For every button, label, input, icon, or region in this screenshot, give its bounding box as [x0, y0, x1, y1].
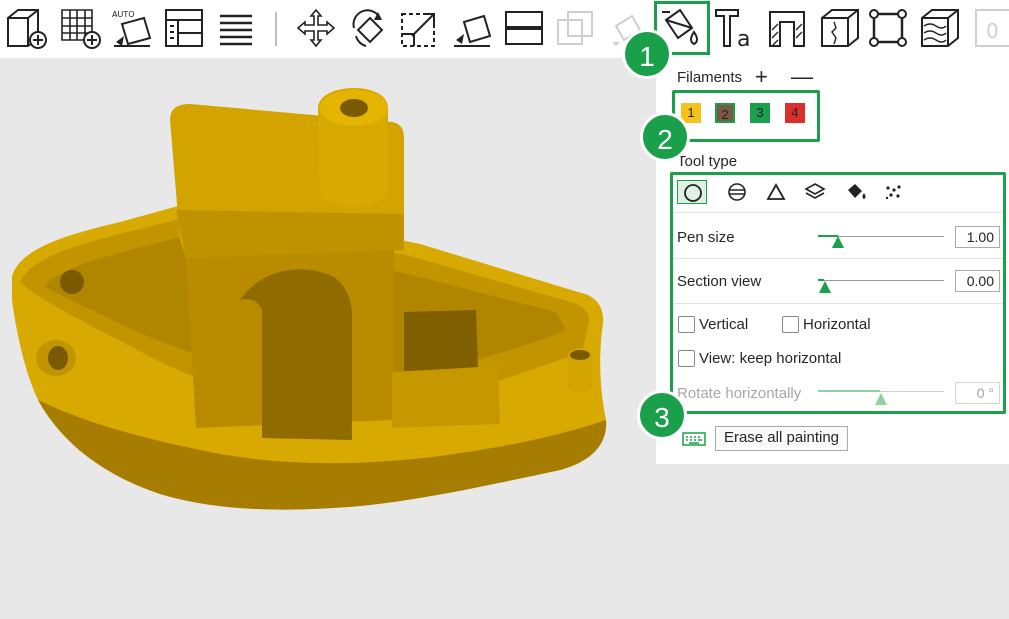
- section-view-input[interactable]: 0.00: [955, 270, 1000, 292]
- move-icon: [296, 8, 336, 48]
- triangle-icon: [766, 183, 786, 200]
- section-view-track[interactable]: [818, 280, 944, 281]
- section-view-slider-thumb[interactable]: [819, 281, 831, 293]
- rotate-slider-thumb[interactable]: [875, 393, 887, 405]
- more-tools-button[interactable]: 0: [970, 6, 1009, 50]
- rotate-icon: [352, 9, 384, 47]
- svg-text:0: 0: [986, 19, 999, 43]
- variable-layer-button[interactable]: [918, 6, 962, 50]
- measure-button[interactable]: [866, 6, 910, 50]
- add-cube-icon: [7, 9, 47, 49]
- move-button[interactable]: [294, 6, 338, 50]
- fuzzy-cube-icon: [821, 9, 859, 47]
- arrange-icon: [165, 9, 203, 47]
- triangle-tool-button[interactable]: [761, 180, 791, 204]
- rotate-input[interactable]: 0 °: [955, 382, 1000, 404]
- layer-height-icon: [921, 9, 959, 47]
- text-icon: a: [715, 9, 750, 50]
- keyboard-icon[interactable]: [682, 431, 706, 447]
- pen-size-slider-thumb[interactable]: [832, 236, 844, 248]
- section-view-label: Section view: [677, 273, 762, 290]
- divider: [673, 258, 1003, 259]
- height-range-tool-button[interactable]: [800, 180, 830, 204]
- sphere-tool-button[interactable]: [722, 180, 752, 204]
- filament-swatch-4[interactable]: 4: [785, 103, 805, 123]
- horizontal-label: Horizontal: [803, 316, 871, 333]
- add-filament-button[interactable]: +: [755, 64, 768, 90]
- boolean-icon: [557, 11, 593, 45]
- gap-fill-icon: [885, 185, 901, 200]
- scale-icon: [401, 13, 435, 47]
- more-tools-icon: 0: [975, 9, 1009, 47]
- sphere-icon: [728, 183, 746, 201]
- add-plate-button[interactable]: [58, 6, 102, 50]
- callout-2: 2: [640, 112, 690, 162]
- vertical-label: Vertical: [699, 316, 749, 333]
- rotate-button[interactable]: [346, 6, 390, 50]
- filament-swatch-2[interactable]: 2: [715, 103, 735, 123]
- add-cube-button[interactable]: [4, 6, 48, 50]
- benchy-model[interactable]: [12, 88, 607, 510]
- seam-icon: [769, 11, 805, 47]
- seam-paint-button[interactable]: [766, 6, 810, 50]
- toolbar-separator: [275, 12, 277, 46]
- keep-horizontal-checkbox[interactable]: [678, 350, 695, 367]
- callout-3: 3: [637, 390, 687, 440]
- vertical-checkbox[interactable]: [678, 316, 695, 333]
- grid-plate-icon: [61, 9, 101, 49]
- filament-swatch-3[interactable]: 3: [750, 103, 770, 123]
- gap-fill-tool-button[interactable]: [879, 180, 909, 204]
- auto-orient-icon: AUTO: [112, 10, 152, 47]
- keep-horizontal-label: View: keep horizontal: [699, 350, 842, 367]
- pen-size-input[interactable]: 1.00: [955, 226, 1000, 248]
- measure-icon: [869, 9, 907, 47]
- tool-settings-highlight-box: [670, 172, 1006, 414]
- erase-all-painting-button[interactable]: Erase all painting: [715, 426, 848, 451]
- svg-text:a: a: [737, 27, 750, 50]
- lay-on-face-button[interactable]: [450, 6, 494, 50]
- cut-icon: [505, 11, 543, 45]
- remove-filament-button[interactable]: —: [791, 64, 813, 90]
- pen-size-label: Pen size: [677, 229, 735, 246]
- tool-type-label: Tool type: [677, 153, 738, 170]
- boolean-button[interactable]: [554, 6, 598, 50]
- auto-orient-button[interactable]: AUTO: [110, 6, 154, 50]
- lay-on-face-icon: [454, 14, 492, 47]
- svg-text:AUTO: AUTO: [112, 10, 135, 19]
- circle-tool-button[interactable]: [677, 180, 707, 204]
- cut-button[interactable]: [502, 6, 546, 50]
- text-button[interactable]: a: [714, 6, 758, 50]
- fill-tool-button[interactable]: [840, 180, 870, 204]
- fuzzy-skin-button[interactable]: [818, 6, 862, 50]
- top-toolbar: AUTO a 0: [0, 0, 1009, 58]
- layers-icon: [804, 183, 826, 199]
- scale-button[interactable]: [398, 6, 442, 50]
- bucket-fill-icon: [848, 184, 866, 199]
- divider: [673, 303, 1003, 304]
- horizontal-checkbox[interactable]: [782, 316, 799, 333]
- circle-icon: [684, 184, 702, 202]
- list-icon: [220, 14, 252, 46]
- layers-list-button[interactable]: [214, 6, 258, 50]
- rotate-horizontally-label: Rotate horizontally: [677, 385, 802, 402]
- rotate-fill: [818, 390, 880, 392]
- callout-1: 1: [622, 29, 672, 79]
- divider: [673, 212, 1003, 213]
- filaments-label: Filaments: [677, 69, 743, 86]
- arrange-button[interactable]: [162, 6, 206, 50]
